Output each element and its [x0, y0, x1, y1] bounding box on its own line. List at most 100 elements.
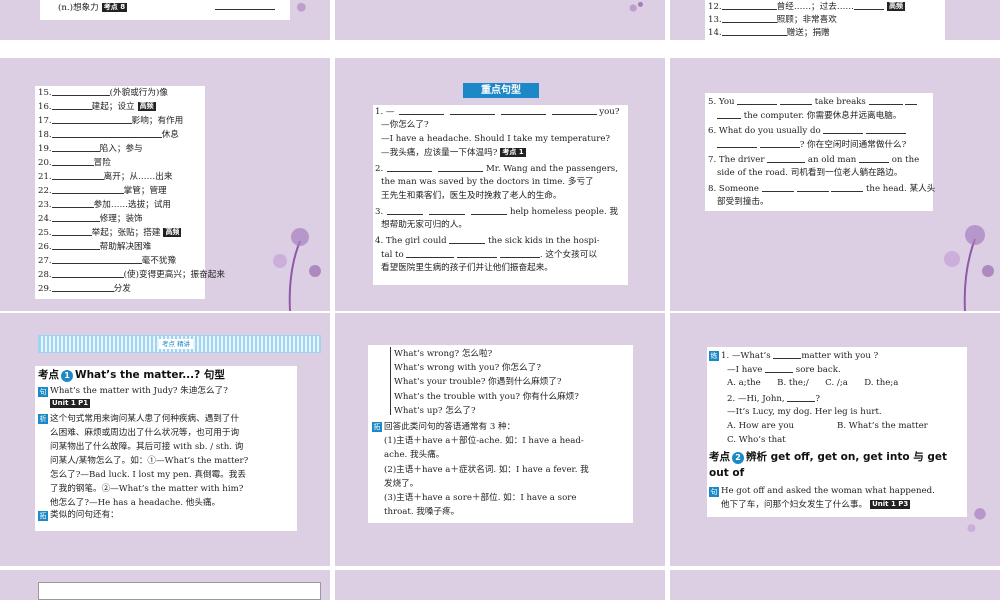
sentence-6-line-2: ? 你在空闲时间通常做什么? — [717, 138, 906, 152]
answer-blank[interactable] — [406, 248, 455, 258]
answer-blank[interactable] — [767, 153, 806, 163]
practice-q1-options[interactable]: A. a;the B. the;/ C. /;a D. the;a — [727, 377, 898, 390]
answer-blank[interactable] — [51, 198, 94, 208]
unit-source-tag: Unit 1 P3 — [870, 500, 911, 509]
extension-line: 拓类似的问句还有： — [38, 510, 119, 521]
answer-blank[interactable] — [854, 0, 885, 10]
answer-blank[interactable] — [471, 205, 508, 215]
answer-blank[interactable] — [387, 205, 424, 215]
sentence-1-line-1: 1. — you? — [375, 105, 620, 117]
answer-blank[interactable] — [457, 248, 498, 258]
practice-q2-option-b[interactable]: B. What’s the matter — [837, 420, 928, 433]
sentence-1-line-2: —你怎么了? — [381, 120, 429, 130]
answer-blank[interactable] — [866, 124, 907, 134]
slide-2 — [335, 0, 665, 40]
answer-blank[interactable] — [868, 95, 903, 105]
practice-q2-line-1: 2. —Hi, John, ? — [727, 392, 820, 404]
flower-decoration-icon — [944, 225, 994, 311]
answer-blank[interactable] — [398, 105, 444, 115]
point-number-badge: 2 — [732, 452, 744, 464]
answer-blank[interactable] — [51, 128, 162, 138]
answer-blank[interactable] — [387, 162, 433, 172]
sentence-panel-1: 1. — you? —你怎么了? —I have a headache. Sho… — [373, 105, 628, 285]
answer-blank[interactable] — [449, 105, 495, 115]
sentence-5-line-2: the computer. 你需要休息并远离电脑。 — [717, 109, 901, 123]
answer-blank[interactable] — [449, 234, 486, 244]
exam-point-tag: 考点 8 — [101, 3, 128, 12]
answer-blank[interactable] — [759, 138, 800, 148]
sentence-4-line-2: tal to . 这个女孩可以 — [381, 248, 597, 260]
answer-blank[interactable] — [51, 184, 124, 194]
extension-icon: 拓 — [38, 511, 48, 521]
vocab-panel-3: 12. 曾经……；过去…… 高频 13. 照顾；非常喜欢 14. 赠送；捐赠 — [705, 0, 945, 40]
answer-blank[interactable] — [51, 254, 142, 264]
practice-q2-option-a[interactable]: A. How are you — [727, 420, 794, 433]
slide-7: 考点 精讲 考点 1 What’s the matter...? 句型 句 What’… — [0, 313, 330, 566]
answer-blank[interactable] — [717, 138, 757, 148]
example-sentence: 句 What’s the matter with Judy? 朱迪怎么了? — [38, 386, 228, 397]
practice-q1-line-2: —I have sore back. — [727, 363, 841, 375]
vocab-line-14: 14. 赠送；捐赠 — [708, 26, 830, 38]
answer-blank[interactable] — [858, 153, 889, 163]
vocab-line: 17. 影响；有作用 — [38, 114, 184, 126]
practice-q2-option-c[interactable]: C. Who’s that — [727, 434, 786, 447]
practice-q2-line-2: —It’s Lucy, my dog. Her leg is hurt. — [727, 407, 882, 417]
vocab-panel-4: 15. (外貌或行为)像 16. 建起；设立 高频 17. 影响；有作用 18. 休息 19. 陷入… — [35, 86, 225, 299]
sentence-8-line-2: 部受到撞击。 — [717, 197, 769, 207]
similar-questions-list: What’s wrong? 怎么啦? What’s wrong with you?… — [394, 347, 579, 418]
sentence-1-line-4: —我头痛，应该量一下体温吗? 考点 1 — [381, 148, 526, 158]
answer-blank[interactable] — [499, 248, 540, 258]
answer-blank[interactable] — [51, 114, 132, 124]
answer-blank[interactable] — [761, 182, 794, 192]
text-line: 问某物出了什么故障。其后可接 with sb. / sth. 询 — [50, 442, 244, 452]
practice-panel: 练 1. —What’s matter with you ? —I have s… — [707, 347, 967, 517]
answer-blank[interactable] — [717, 109, 741, 119]
answer-blank[interactable] — [51, 100, 92, 110]
answer-blank[interactable] — [500, 105, 546, 115]
answer-blank[interactable] — [796, 182, 829, 192]
text-line: 么困难、麻烦或周边出了什么状况等，也可用于询 — [50, 428, 240, 438]
example-icon: 句 — [709, 487, 719, 497]
answer-blank[interactable] — [773, 349, 802, 359]
sentence-2-line-3: 王先生和乘客们，医生及时挽救了老人的生命。 — [381, 191, 562, 201]
answer-blank[interactable] — [831, 182, 864, 192]
answer-blank[interactable] — [215, 0, 275, 10]
high-frequency-tag: 高频 — [137, 102, 156, 111]
answer-blank[interactable] — [823, 124, 864, 134]
answer-blank[interactable] — [51, 86, 110, 96]
answer-blank[interactable] — [905, 95, 918, 105]
answer-blank[interactable] — [721, 0, 777, 10]
answer-blank[interactable] — [51, 142, 100, 152]
answer-blank[interactable] — [787, 392, 816, 402]
answer-blank[interactable] — [765, 363, 794, 373]
flower-decoration-icon — [273, 228, 321, 311]
answer-blank[interactable] — [551, 105, 597, 115]
slide-5: 重点句型 1. — you? —你怎么了? —I have a headache… — [335, 58, 665, 311]
text-line: What’s the trouble with you? 你有什么麻烦? — [394, 391, 579, 402]
answer-blank[interactable] — [721, 13, 777, 23]
answer-blank[interactable] — [737, 95, 778, 105]
example-translation: 他下了车，问那个妇女发生了什么事。 Unit 1 P3 — [721, 500, 911, 510]
answer-blank[interactable] — [780, 95, 813, 105]
answer-blank[interactable] — [51, 282, 114, 292]
answer-blank[interactable] — [51, 268, 124, 278]
sentence-4-line-3: 看望医院里生病的孩子们并让他们振奋起来。 — [381, 263, 553, 273]
slide-4: 15. (外貌或行为)像 16. 建起；设立 高频 17. 影响；有作用 18. 休息 19. 陷入… — [0, 58, 330, 311]
sentence-3-line-1: 3. help homeless people. 我 — [375, 205, 619, 217]
text-line: (3)主语＋have a sore＋部位. 如：I have a sore — [384, 493, 577, 504]
vocab-line: 28. (使)变得更高兴；振奋起来 — [38, 268, 225, 280]
sentence-7-line-2: side of the road. 司机看到一位老人躺在路边。 — [717, 168, 903, 178]
answer-blank[interactable] — [51, 240, 100, 250]
answer-blank[interactable] — [438, 162, 484, 172]
slide-12 — [670, 570, 1000, 600]
text-line: 回答此类问句的答语通常有 3 种： — [384, 422, 516, 432]
answer-blank[interactable] — [51, 156, 94, 166]
answer-blank[interactable] — [721, 26, 787, 36]
answer-blank[interactable] — [51, 212, 100, 222]
exam-point-1-continued-panel: What’s wrong? 怎么啦? What’s wrong with you?… — [368, 345, 633, 523]
answer-blank[interactable] — [429, 205, 466, 215]
analysis-text: 这个句式常用来询问某人患了何种疾病、遇到了什 么困难、麻烦或周边出了什么状况等，也… — [50, 412, 248, 510]
answer-blank[interactable] — [51, 170, 104, 180]
answer-blank[interactable] — [51, 226, 92, 236]
example-source: Unit 1 P1 — [50, 398, 91, 411]
